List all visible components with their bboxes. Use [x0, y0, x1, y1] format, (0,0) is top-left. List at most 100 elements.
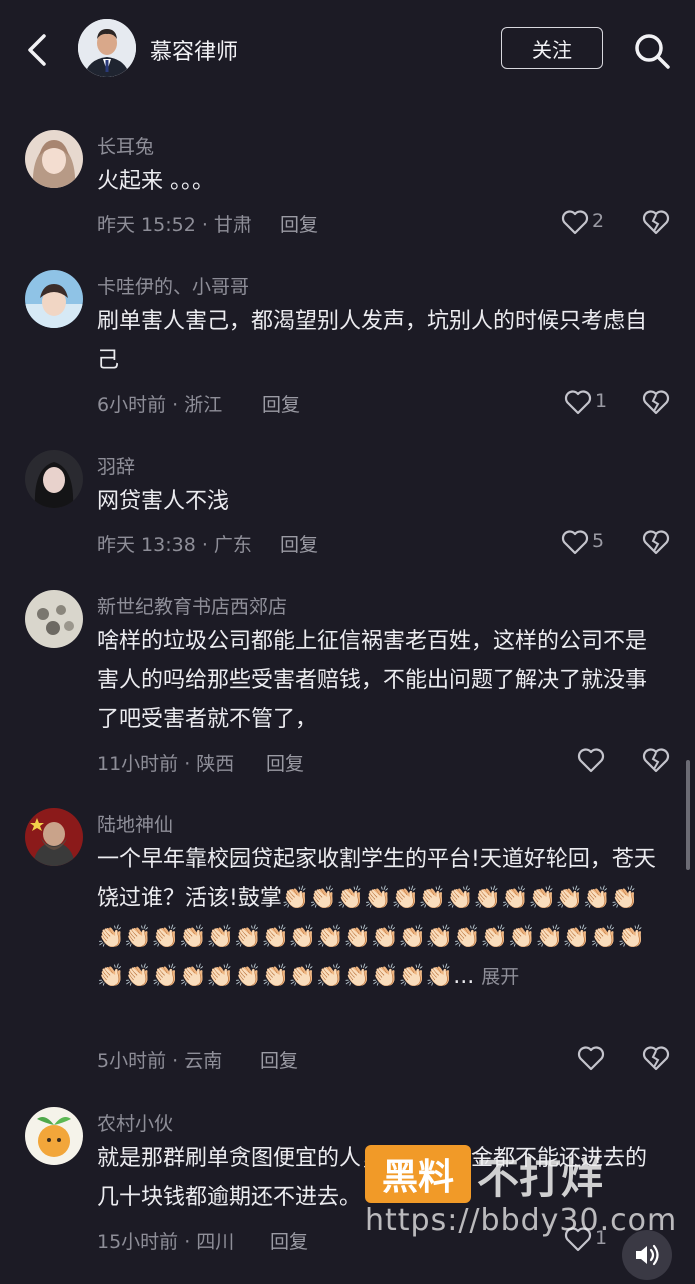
like-count: 5 — [592, 530, 605, 552]
clap-emoji: 👏🏻 — [562, 925, 591, 950]
comment-text: 啥样的垃圾公司都能上征信祸害老百姓，这样的公司不是害人的吗给那些受害者赔钱，不能… — [97, 629, 648, 732]
clap-emoji: 👏🏻 — [617, 925, 646, 950]
author-name[interactable]: 慕容律师 — [150, 34, 238, 66]
like-heart-icon[interactable] — [577, 747, 605, 773]
clap-emoji: 👏🏻 — [97, 925, 125, 950]
dislike-broken-heart-icon[interactable] — [642, 209, 670, 235]
reply-button[interactable]: 回复 — [270, 1227, 308, 1254]
like-count: 2 — [592, 210, 605, 232]
clap-emoji: 👏🏻 — [610, 886, 639, 911]
commenter-avatar[interactable] — [25, 130, 83, 188]
comment-meta: 昨天 15:52 · 甘肃 — [97, 214, 252, 236]
expand-link[interactable]: 展开 — [481, 966, 519, 988]
top-bar: 慕容律师 关注 — [0, 0, 695, 100]
clap-emoji: 👏🏻 — [528, 886, 556, 911]
dislike-broken-heart-icon[interactable] — [642, 1045, 670, 1071]
like-heart-icon[interactable] — [577, 1045, 605, 1071]
commenter-avatar[interactable] — [25, 450, 83, 508]
scrollbar[interactable] — [686, 760, 690, 870]
dislike-broken-heart-icon[interactable] — [642, 529, 670, 555]
clap-emoji: 👏🏻 — [473, 886, 502, 911]
follow-button[interactable]: 关注 — [501, 27, 603, 69]
clap-emoji: 👏🏻 — [555, 886, 584, 911]
dislike-broken-heart-icon[interactable] — [642, 747, 670, 773]
clap-emoji: 👏🏻 — [371, 925, 399, 950]
clap-emoji: 👏🏻 — [206, 964, 235, 989]
clap-emoji: 👏🏻 — [124, 925, 152, 950]
reply-button[interactable]: 回复 — [260, 1046, 298, 1073]
clap-emoji: 👏🏻 — [480, 925, 509, 950]
comment-text: 刷单害人害己，都渴望别人发声，坑别人的时候只考虑自己 — [97, 309, 648, 373]
clap-emoji: 👏🏻 — [179, 925, 207, 950]
clap-emoji: 👏🏻 — [391, 886, 419, 911]
commenter-avatar[interactable] — [25, 808, 83, 866]
clap-emoji: 👏🏻 — [288, 964, 317, 989]
commenter-avatar[interactable] — [25, 270, 83, 328]
search-icon[interactable] — [632, 31, 672, 71]
commenter-name[interactable]: 陆地神仙 — [97, 810, 173, 837]
reply-button[interactable]: 回复 — [262, 390, 300, 417]
commenter-name[interactable]: 羽辞 — [97, 452, 135, 479]
comment-meta: 15小时前 · 四川 — [97, 1231, 235, 1253]
clap-emoji: 👏🏻 — [281, 886, 310, 911]
comment-meta: 5小时前 · 云南 — [97, 1050, 223, 1072]
reply-button[interactable]: 回复 — [266, 749, 304, 776]
commenter-name[interactable]: 新世纪教育书店西郊店 — [97, 592, 287, 619]
reply-button[interactable]: 回复 — [280, 210, 318, 237]
clap-emoji: 👏🏻 — [583, 886, 611, 911]
clap-emoji: 👏🏻 — [371, 964, 399, 989]
clap-emoji: 👏🏻 — [179, 964, 207, 989]
like-heart-icon[interactable] — [561, 529, 589, 555]
watermark-badge: 黑料 — [365, 1145, 471, 1203]
commenter-name[interactable]: 农村小伙 — [97, 1109, 173, 1136]
like-heart-icon[interactable] — [564, 389, 592, 415]
clap-emoji: 👏🏻 — [316, 964, 344, 989]
commenter-avatar[interactable] — [25, 1107, 83, 1165]
clap-emoji: 👏🏻 — [508, 925, 536, 950]
clap-emoji: 👏🏻 — [425, 925, 454, 950]
speaker-icon — [636, 1244, 659, 1266]
clap-emoji: 👏🏻 — [151, 964, 180, 989]
commenter-name[interactable]: 长耳兔 — [97, 132, 154, 159]
comment-text: 火起来 。。。 — [97, 169, 214, 194]
clap-emoji: 👏🏻 — [206, 925, 235, 950]
commenter-name[interactable]: 卡哇伊的、小哥哥 — [97, 272, 249, 299]
clap-emoji: 👏🏻 — [343, 925, 372, 950]
watermark: 黑料 不打烊 https://bbdy30.com — [365, 1145, 676, 1245]
comment-ellipsis: ... — [453, 964, 475, 989]
comment-text: 一个早年靠校园贷起家收割学生的平台!天道好轮回，苍天饶过谁？活该!鼓掌👏🏻👏🏻👏… — [97, 840, 657, 997]
clap-emoji: 👏🏻 — [97, 964, 125, 989]
clap-emoji: 👏🏻 — [364, 886, 392, 911]
clap-emoji: 👏🏻 — [425, 964, 454, 989]
watermark-text: 不打烊 — [477, 1154, 604, 1203]
clap-emoji: 👏🏻 — [398, 925, 426, 950]
clap-emoji: 👏🏻 — [501, 886, 529, 911]
clap-emoji: 👏🏻 — [446, 886, 474, 911]
clap-emoji: 👏🏻 — [336, 886, 365, 911]
reply-button[interactable]: 回复 — [280, 530, 318, 557]
clap-emoji: 👏🏻 — [418, 886, 447, 911]
comment-meta: 11小时前 · 陕西 — [97, 753, 235, 775]
clap-emoji: 👏🏻 — [309, 886, 337, 911]
clap-emoji: 👏🏻 — [234, 964, 262, 989]
sound-toggle-button[interactable] — [622, 1230, 672, 1280]
comment-meta: 昨天 13:38 · 广东 — [97, 534, 252, 556]
clap-emoji: 👏🏻 — [316, 925, 344, 950]
like-heart-icon[interactable] — [561, 209, 589, 235]
clap-emoji: 👏🏻 — [453, 925, 481, 950]
clap-emoji: 👏🏻 — [261, 964, 289, 989]
comment-meta: 6小时前 · 浙江 — [97, 394, 223, 416]
like-count: 1 — [595, 390, 608, 412]
clap-emoji: 👏🏻 — [398, 964, 426, 989]
clap-emoji: 👏🏻 — [535, 925, 563, 950]
back-arrow-icon[interactable] — [22, 30, 54, 70]
clap-emoji: 👏🏻 — [343, 964, 372, 989]
clap-emoji: 👏🏻 — [124, 964, 152, 989]
commenter-avatar[interactable] — [25, 590, 83, 648]
author-avatar[interactable] — [78, 19, 136, 77]
clap-emoji: 👏🏻 — [261, 925, 289, 950]
clap-emoji: 👏🏻 — [234, 925, 262, 950]
dislike-broken-heart-icon[interactable] — [642, 389, 670, 415]
clap-emoji: 👏🏻 — [288, 925, 317, 950]
clap-emoji: 👏🏻 — [151, 925, 180, 950]
